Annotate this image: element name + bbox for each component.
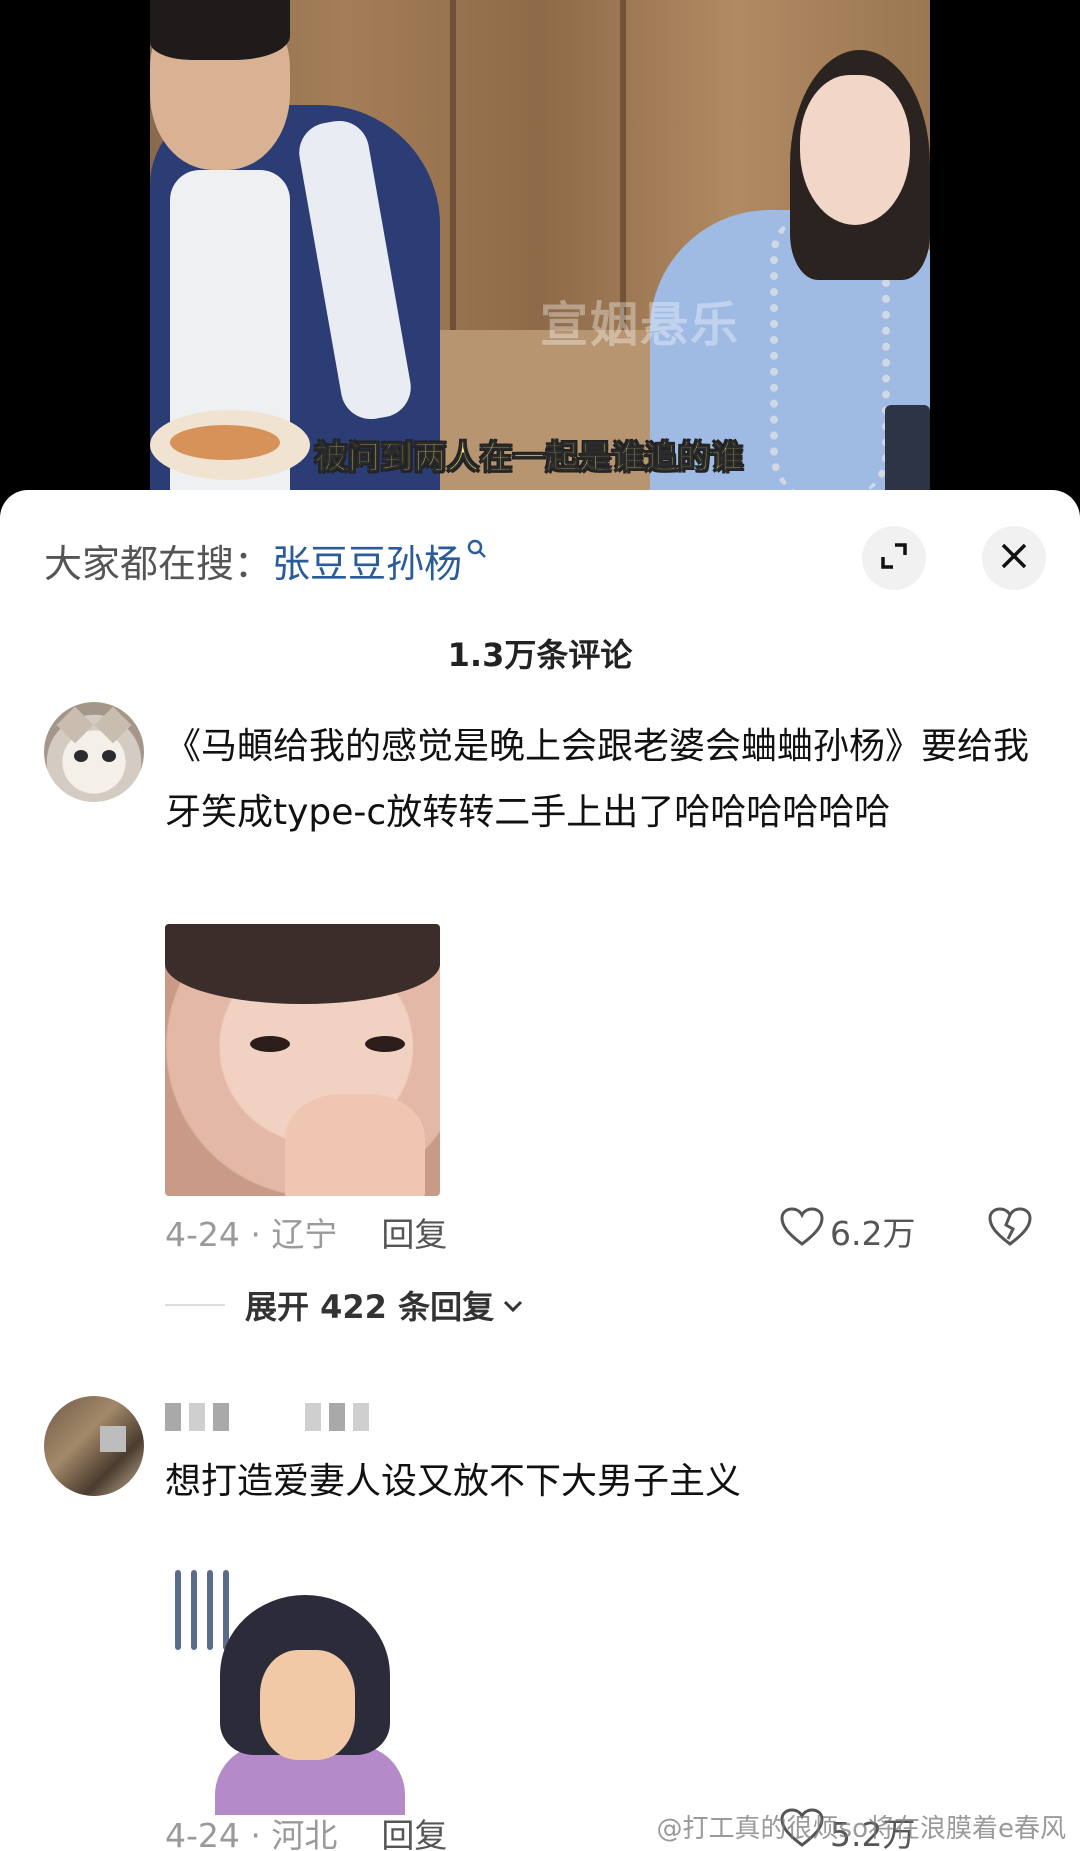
- comment-image-sticker[interactable]: [165, 1540, 445, 1815]
- avatar[interactable]: [44, 1396, 144, 1496]
- search-term-link[interactable]: 张豆豆孙杨: [272, 533, 462, 588]
- redacted-block: [189, 1403, 205, 1431]
- expand-replies-label: 展开 422 条回复: [245, 1288, 495, 1326]
- heart-icon: [780, 1207, 824, 1255]
- dislike-button[interactable]: [988, 1207, 1032, 1257]
- redacted-block: [165, 1403, 181, 1431]
- close-button[interactable]: [982, 526, 1046, 590]
- reply-button[interactable]: 回复: [381, 1208, 447, 1256]
- reply-button[interactable]: 回复: [381, 1809, 447, 1851]
- redacted-block: [213, 1403, 229, 1431]
- video-subtitle: 被问到两人在一起是谁追的谁: [314, 438, 745, 477]
- expand-replies-button[interactable]: 展开 422 条回复: [165, 1280, 524, 1330]
- comment-date-location: 4-24 · 河北: [165, 1816, 338, 1851]
- food: [170, 425, 280, 460]
- man-hair: [150, 0, 290, 60]
- footer-watermark: @打工真的很烦so将在浪膜着e春风: [656, 1814, 1066, 1844]
- avatar-blur: [100, 1426, 126, 1452]
- comment-sheet: 大家都在搜： 张豆豆孙杨 1.3万条评论 《马頔给我的感觉是晚上会跟老婆会蛐蛐孙…: [0, 490, 1080, 1851]
- screen-divider: [620, 0, 626, 330]
- comment-image-baby[interactable]: [165, 924, 440, 1196]
- avatar-ear: [94, 706, 132, 744]
- search-suggestion[interactable]: 大家都在搜： 张豆豆孙杨: [44, 530, 488, 590]
- search-icon: [466, 538, 488, 566]
- collapse-button[interactable]: [862, 526, 926, 590]
- screen-divider: [450, 0, 456, 330]
- cup: [885, 405, 930, 500]
- video-watermark: 宣姻悬乐: [540, 297, 741, 353]
- collapse-icon: [877, 539, 911, 577]
- like-count: 6.2万: [830, 1214, 916, 1253]
- close-icon: [999, 541, 1029, 575]
- comment-text: 想打造爱妻人设又放不下大男子主义: [165, 1461, 742, 1502]
- like-button[interactable]: 6.2万: [780, 1207, 915, 1255]
- redacted-block: [329, 1403, 345, 1431]
- broken-heart-icon: [988, 1207, 1032, 1257]
- comment-count: 1.3万条评论: [447, 636, 633, 674]
- woman-face: [800, 75, 910, 225]
- avatar-ear: [56, 706, 94, 744]
- avatar-eye: [102, 750, 116, 762]
- redacted-block: [353, 1403, 369, 1431]
- image-eye: [250, 1036, 290, 1052]
- search-prefix: 大家都在搜：: [44, 541, 273, 586]
- comment-meta: 4-24 · 辽宁 回复: [165, 1207, 447, 1257]
- redacted-block: [305, 1403, 321, 1431]
- avatar[interactable]: [44, 702, 144, 802]
- chevron-down-icon: [502, 1291, 524, 1319]
- divider: [165, 1304, 225, 1306]
- video-player[interactable]: 宣姻悬乐 被问到两人在一起是谁追的谁: [150, 0, 930, 500]
- username-redacted[interactable]: [165, 1397, 369, 1437]
- comment-meta: 4-24 · 河北 回复: [165, 1808, 447, 1851]
- avatar-eye: [74, 750, 88, 762]
- image-hair: [165, 924, 440, 1004]
- comment-text: 《马頔给我的感觉是晚上会跟老婆会蛐蛐孙杨》要给我牙笑成type-c放转转二手上出…: [165, 726, 1030, 833]
- sticker-face: [260, 1650, 355, 1760]
- image-eye: [365, 1036, 405, 1052]
- image-hand: [285, 1094, 425, 1196]
- comment-date-location: 4-24 · 辽宁: [165, 1215, 338, 1254]
